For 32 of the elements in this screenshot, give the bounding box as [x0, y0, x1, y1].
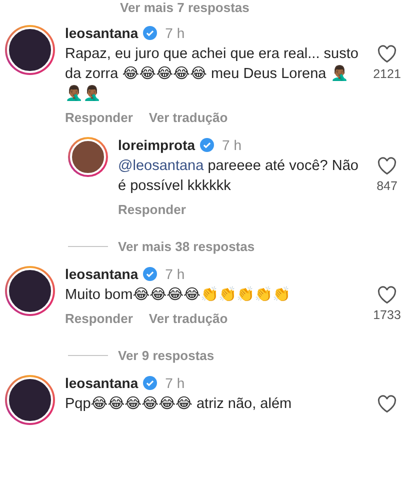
comment-time: 7 h: [165, 266, 185, 282]
like-count: 1733: [373, 308, 401, 322]
mention-link[interactable]: @leosantana: [118, 158, 204, 174]
translate-link[interactable]: Ver tradução: [148, 311, 228, 326]
avatar[interactable]: [68, 137, 108, 177]
avatar[interactable]: [5, 266, 55, 316]
heart-icon[interactable]: [377, 395, 397, 413]
translate-link[interactable]: Ver tradução: [148, 110, 228, 125]
comment-time: 7 h: [165, 375, 185, 391]
comment-time: 7 h: [222, 137, 242, 153]
comment-text: Muito bom😂😂😂😂👏👏👏👏👏: [65, 286, 292, 305]
username[interactable]: leosantana: [65, 266, 138, 282]
comment-time: 7 h: [165, 25, 185, 41]
heart-icon[interactable]: [377, 45, 397, 63]
view-replies-button[interactable]: Ver mais 38 respostas: [118, 239, 255, 254]
username[interactable]: leosantana: [65, 375, 138, 391]
comment-text: Pqp😂😂😂😂😂😂 atriz não, além: [65, 395, 293, 414]
reply-link[interactable]: Responder: [65, 110, 133, 125]
like-count: 847: [376, 179, 398, 193]
like-count: 2121: [373, 67, 401, 81]
view-replies-button[interactable]: Ver 9 respostas: [118, 348, 214, 363]
comment-text: @leosantana pareeee até você? Não é possível kkkkkk: [118, 157, 359, 196]
avatar[interactable]: [5, 25, 55, 75]
heart-icon[interactable]: [377, 286, 397, 304]
reply-link[interactable]: Responder: [118, 202, 186, 217]
comment-text: Rapaz, eu juro que achei que era real... susto da zorra 😂😂😂😂😂 meu Deus Lorena 🤦🏾‍♂🤦🏾‍♂🤦🏾‍♂: [65, 45, 359, 104]
avatar[interactable]: [5, 375, 55, 425]
heart-icon[interactable]: [377, 157, 397, 175]
username[interactable]: loreimprota: [118, 137, 196, 153]
reply-link[interactable]: Responder: [65, 311, 133, 326]
view-replies-button[interactable]: Ver mais 7 respostas: [120, 0, 250, 15]
username[interactable]: leosantana: [65, 25, 138, 41]
